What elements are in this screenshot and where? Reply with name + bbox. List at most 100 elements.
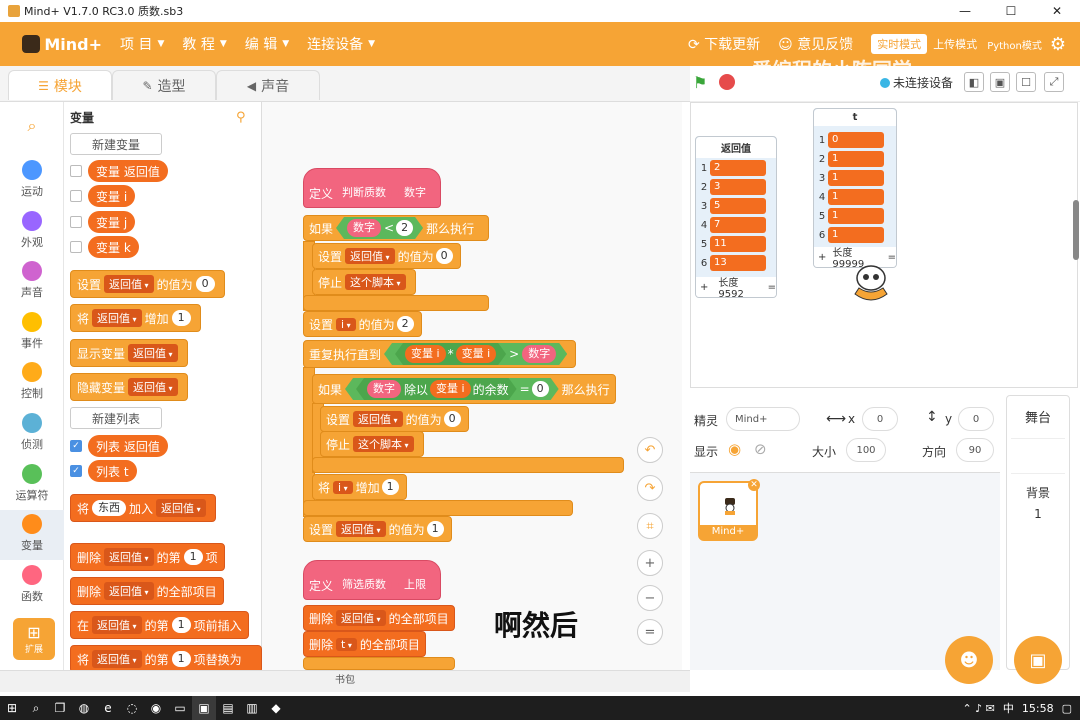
var-checkbox-i[interactable] — [70, 190, 82, 202]
category-sensing[interactable]: 侦测 — [0, 409, 64, 459]
delete-item-block[interactable]: 删除返回值的第1项 — [70, 543, 225, 571]
extension-button[interactable]: ⊞ 扩展 — [13, 618, 55, 660]
zoom-reset-icon[interactable]: = — [637, 619, 663, 645]
less-than-operator[interactable]: 数字 <2 — [336, 217, 423, 239]
list-row[interactable]: 5 11 — [698, 235, 766, 253]
undo-button[interactable]: ↶ — [637, 437, 663, 463]
x-input[interactable]: 0 — [862, 407, 898, 431]
maximize-button[interactable]: ☐ — [988, 0, 1034, 22]
list-row-value[interactable]: 3 — [710, 179, 766, 195]
mind-plus-sprite[interactable] — [849, 264, 893, 304]
list-checkbox-t[interactable]: ✓ — [70, 465, 82, 477]
list-row[interactable]: 41 — [816, 188, 884, 206]
list-row[interactable]: 6 13 — [698, 254, 766, 272]
category-looks[interactable]: 外观 — [0, 207, 64, 257]
category-operators[interactable]: 运算符 — [0, 460, 64, 510]
app-icon-2[interactable]: ▤ — [216, 696, 240, 720]
list-row-value[interactable]: 1 — [828, 208, 884, 224]
var-checkbox-retval[interactable] — [70, 165, 82, 177]
resize-handle[interactable]: = — [888, 252, 896, 263]
modulo-operator[interactable]: 数字 除以 变量 i 的余数 — [356, 378, 517, 400]
list-row-value[interactable]: 1 — [828, 189, 884, 205]
category-control[interactable]: 控制 — [0, 358, 64, 408]
hide-variable-block[interactable]: 隐藏变量 返回值 — [70, 373, 188, 401]
var-reporter-k[interactable]: 变量 k — [88, 236, 139, 258]
new-list-button[interactable]: 新建列表 — [70, 407, 162, 429]
greater-than-operator[interactable]: 变量 i * 变量 i > 数字 — [384, 343, 567, 365]
resize-handle[interactable]: = — [768, 282, 776, 293]
list-row-value[interactable]: 7 — [710, 217, 766, 233]
clock[interactable]: 15:58 — [1022, 702, 1054, 715]
realtime-mode-button[interactable]: 实时模式 — [871, 34, 928, 54]
list-row-value[interactable]: 0 — [828, 132, 884, 148]
stop-script-block-2[interactable]: 停止 这个脚本 — [320, 431, 424, 457]
list-row[interactable]: 21 — [816, 150, 884, 168]
add-to-list-block[interactable]: 将东西 加入 返回值 — [70, 494, 216, 522]
minimize-button[interactable]: — — [942, 0, 988, 22]
size-input[interactable]: 100 — [846, 438, 886, 462]
insert-at-block[interactable]: 在返回值的第1项前插入 — [70, 611, 249, 639]
green-flag-icon[interactable]: ⚑ — [693, 73, 707, 92]
upload-mode-button[interactable]: 上传模式 — [933, 36, 977, 52]
if-block-2[interactable]: 如果 数字 除以 变量 i 的余数 = 0 那么执行 — [312, 374, 616, 404]
list-row-value[interactable]: 5 — [710, 198, 766, 214]
list-checkbox-retval[interactable]: ✓ — [70, 440, 82, 452]
hide-eye-icon[interactable]: ⊘ — [754, 440, 767, 458]
var-reporter-j[interactable]: 变量 j — [88, 211, 136, 233]
layout-large-stage-button[interactable]: ☐ — [1016, 72, 1036, 92]
download-update-button[interactable]: ⟳ 下载更新 — [688, 34, 760, 54]
layout-small-stage-button[interactable]: ◧ — [964, 72, 984, 92]
add-sprite-button[interactable]: ☻ — [945, 636, 993, 684]
list-row-value[interactable]: 1 — [828, 151, 884, 167]
define-filter-prime-block[interactable]: 定义 筛选质数 上限 — [303, 560, 442, 600]
list-row[interactable]: 31 — [816, 169, 884, 187]
category-events[interactable]: 事件 — [0, 308, 64, 358]
list-row[interactable]: 10 — [816, 131, 884, 149]
task-view-icon[interactable]: ❐ — [48, 696, 72, 720]
var-reporter-i[interactable]: 变量 i — [88, 185, 136, 207]
change-i-block[interactable]: 将i增加1 — [312, 474, 407, 500]
list-row[interactable]: 12 — [698, 159, 766, 177]
new-variable-button[interactable]: 新建变量 — [70, 133, 162, 155]
crop-icon[interactable]: ⌗ — [637, 513, 663, 539]
if-block-1[interactable]: 如果 数字 <2 那么执行 — [303, 215, 489, 241]
next-block-partial[interactable] — [303, 657, 455, 670]
app-icon-1[interactable]: ◍ — [72, 696, 96, 720]
settings-gear-icon[interactable]: ⚙ — [1050, 34, 1066, 55]
redo-button[interactable]: ↷ — [637, 475, 663, 501]
sprite-thumbnail[interactable]: ✕ Mind+ — [698, 479, 760, 541]
list-reporter-retval[interactable]: 列表 返回值 — [88, 435, 168, 457]
delete-all-retval-block[interactable]: 删除返回值的全部项目 — [303, 605, 455, 631]
layout-normal-stage-button[interactable]: ▣ — [990, 72, 1010, 92]
change-variable-block[interactable]: 将返回值增加1 — [70, 304, 201, 332]
tab-sound[interactable]: ◀ 声音 — [216, 70, 320, 100]
list-row-value[interactable]: 1 — [828, 227, 884, 243]
list-row[interactable]: 47 — [698, 216, 766, 234]
zoom-out-icon[interactable]: − — [637, 585, 663, 611]
stage-thumbnail[interactable] — [1011, 438, 1065, 474]
window-scrollbar[interactable] — [1073, 200, 1079, 260]
tab-code[interactable]: ☰ 模块 — [8, 70, 112, 100]
show-eye-icon[interactable]: ◉ — [728, 440, 741, 458]
delete-sprite-icon[interactable]: ✕ — [748, 479, 760, 491]
category-sound[interactable]: 声音 — [0, 257, 64, 307]
edge-browser-icon[interactable]: e — [96, 696, 120, 720]
close-button[interactable]: ✕ — [1034, 0, 1080, 22]
chrome-icon[interactable]: ◉ — [144, 696, 168, 720]
list-row-value[interactable]: 1 — [828, 170, 884, 186]
menu-connect-device[interactable]: 连接设备 ▼ — [307, 34, 375, 54]
menu-project[interactable]: 项 目 ▼ — [120, 34, 164, 54]
taskbar-search-icon[interactable]: ⌕ — [24, 696, 48, 720]
category-motion[interactable]: 运动 — [0, 156, 64, 206]
define-is-prime-block[interactable]: 定义 判断质数 数字 — [303, 168, 442, 208]
equals-operator[interactable]: 数字 除以 变量 i 的余数 = 0 — [345, 378, 559, 400]
show-variable-block[interactable]: 显示变量 返回值 — [70, 339, 188, 367]
var-checkbox-j[interactable] — [70, 216, 82, 228]
backpack-bar[interactable]: 书包 — [0, 670, 690, 692]
list-row[interactable]: 51 — [816, 207, 884, 225]
stage-panel[interactable]: 舞台 背景 1 — [1006, 395, 1070, 670]
set-retval-1-block[interactable]: 设置返回值的值为1 — [303, 516, 452, 542]
set-retval-0-block-2[interactable]: 设置返回值的值为0 — [320, 406, 469, 432]
list-row-value[interactable]: 2 — [710, 160, 766, 176]
file-explorer-icon[interactable]: ▭ — [168, 696, 192, 720]
